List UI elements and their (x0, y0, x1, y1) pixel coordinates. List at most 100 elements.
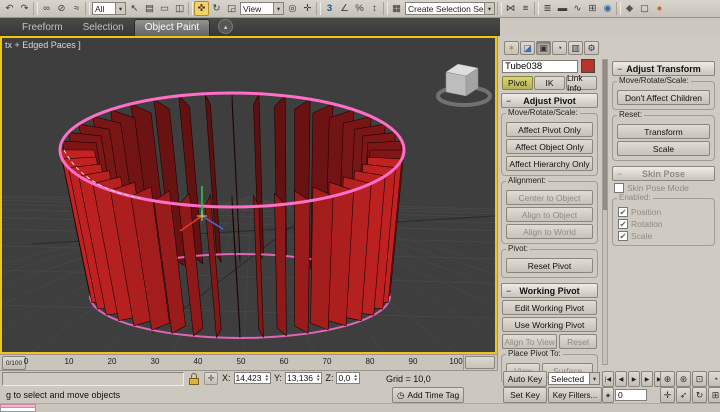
rotation-checkbox[interactable]: Rotation (618, 219, 709, 229)
affect-pivot-only-button[interactable]: Affect Pivot Only (506, 122, 593, 137)
affect-object-only-button[interactable]: Affect Object Only (506, 139, 593, 154)
track-bar[interactable]: 0/100 0102030405060708090100 (0, 354, 497, 371)
hierarchy-tab[interactable]: ▣ (536, 41, 551, 55)
layer-manager-icon[interactable]: ≣ (540, 1, 555, 16)
spinner-snap-icon[interactable]: ↕ (367, 1, 382, 16)
mirror-icon[interactable]: ⋈ (503, 1, 518, 16)
key-selection-dropdown[interactable]: Selected ▾ (548, 372, 600, 385)
select-and-manipulate-icon[interactable]: ✛ (300, 1, 315, 16)
utilities-tab[interactable]: ⚙ (584, 41, 599, 55)
display-tab[interactable]: ▥ (568, 41, 583, 55)
undo-icon[interactable]: ↶ (2, 1, 17, 16)
modify-tab[interactable]: ◪ (520, 41, 535, 55)
object-name-field[interactable] (502, 60, 578, 73)
position-checkbox[interactable]: Position (618, 207, 709, 217)
orbit-button[interactable]: ↻ (692, 387, 707, 403)
perspective-viewport[interactable]: tx + Edged Paces ] (0, 36, 497, 354)
percent-snap-icon[interactable]: % (352, 1, 367, 16)
named-selection-set-dropdown[interactable]: Create Selection Se▾ (405, 2, 495, 15)
skin-pose-rollout-header[interactable]: − Skin Pose (612, 166, 715, 181)
redo-icon[interactable]: ↷ (17, 1, 32, 16)
reset-scale-button[interactable]: Scale (617, 141, 710, 156)
adjust-pivot-rollout-header[interactable]: − Adjust Pivot (501, 93, 598, 108)
adjust-transform-rollout-header[interactable]: − Adjust Transform (612, 61, 715, 76)
add-time-tag-button[interactable]: ◷ Add Time Tag (392, 387, 464, 403)
snaps-toggle-icon[interactable]: 3 (322, 1, 337, 16)
zoom-button[interactable]: ⊕ (660, 371, 675, 387)
link-info-mode-button[interactable]: Link Info (566, 76, 597, 90)
spinner-icon[interactable] (316, 374, 320, 382)
select-by-name-icon[interactable]: ▤ (142, 1, 157, 16)
select-and-scale-icon[interactable]: ◲ (224, 1, 239, 16)
dropdown-arrow-icon[interactable]: ▾ (115, 3, 125, 14)
listener-pane[interactable] (0, 408, 36, 412)
ribbon-minimize-button[interactable]: ▴ (218, 19, 233, 34)
ribbon-tab-object-paint[interactable]: Object Paint (134, 19, 210, 36)
key-mode-toggle-button[interactable]: ◈ (602, 387, 614, 403)
reset-pivot-button[interactable]: Reset Pivot (506, 258, 593, 273)
unlink-selection-icon[interactable]: ⊘ (54, 1, 69, 16)
select-object-icon[interactable]: ↖ (127, 1, 142, 16)
object-color-swatch[interactable] (581, 59, 595, 73)
track-bar-ruler[interactable]: 0/100 0102030405060708090100 (0, 355, 464, 370)
select-and-move-icon[interactable]: ✜ (194, 1, 209, 16)
auto-key-button[interactable]: Auto Key (503, 371, 547, 387)
zoom-all-button[interactable]: ⊛ (676, 371, 691, 387)
next-frame-button[interactable]: ▶ (641, 371, 653, 387)
reset-transform-button[interactable]: Transform (617, 124, 710, 139)
maximize-viewport-button[interactable]: ⊞ (708, 387, 720, 403)
pivot-mode-button[interactable]: Pivot (502, 76, 533, 90)
absolute-mode-toggle[interactable]: ✛ (204, 372, 218, 385)
zoom-extents-button[interactable]: ⊡ (692, 371, 707, 387)
bind-to-space-warp-icon[interactable]: ≈ (69, 1, 84, 16)
use-pivot-point-center-icon[interactable]: ◎ (285, 1, 300, 16)
angle-snap-icon[interactable]: ∠ (337, 1, 352, 16)
schematic-view-icon[interactable]: ⊞ (585, 1, 600, 16)
scrollbar-thumb[interactable] (603, 60, 607, 210)
selection-lock-toggle[interactable] (186, 371, 201, 386)
graphite-ribbon-toggle-icon[interactable]: ▬ (555, 1, 570, 16)
material-editor-icon[interactable]: ◉ (600, 1, 615, 16)
render-production-icon[interactable]: ● (652, 1, 667, 16)
selection-filter-dropdown[interactable]: All▾ (92, 2, 126, 15)
viewport-label[interactable]: tx + Edged Paces ] (5, 40, 81, 50)
rendered-frame-window-icon[interactable]: ▢ (637, 1, 652, 16)
ik-mode-button[interactable]: IK (534, 76, 565, 90)
set-key-button[interactable]: Set Key (503, 387, 547, 403)
go-to-start-button[interactable]: |◀ (602, 371, 614, 387)
curve-editor-icon[interactable]: ∿ (570, 1, 585, 16)
dont-affect-children-button[interactable]: Don't Affect Children (617, 90, 710, 105)
rectangular-selection-region-icon[interactable]: ▭ (157, 1, 172, 16)
scale-checkbox[interactable]: Scale (618, 231, 709, 241)
time-slider-handle[interactable]: 0/100 (2, 356, 26, 370)
field-of-view-button[interactable]: ◔ (708, 371, 720, 387)
use-working-pivot-button[interactable]: Use Working Pivot (502, 317, 597, 332)
align-icon[interactable]: ≡ (518, 1, 533, 16)
y-coordinate-field[interactable]: 13,136 (285, 372, 322, 384)
pan-button[interactable]: ✛ (660, 387, 675, 403)
render-setup-icon[interactable]: ◆ (622, 1, 637, 16)
select-and-link-icon[interactable]: ∞ (39, 1, 54, 16)
walk-through-button[interactable]: ➶ (676, 387, 691, 403)
affect-hierarchy-only-button[interactable]: Affect Hierarchy Only (506, 156, 593, 171)
motion-tab[interactable]: ◔ (552, 41, 567, 55)
select-and-rotate-icon[interactable]: ↻ (209, 1, 224, 16)
ribbon-tab-freeform[interactable]: Freeform (12, 20, 73, 36)
window-crossing-icon[interactable]: ◫ (172, 1, 187, 16)
spinner-icon[interactable] (353, 374, 357, 382)
z-coordinate-field[interactable]: 0,0 (336, 372, 359, 384)
working-pivot-rollout-header[interactable]: − Working Pivot (501, 283, 598, 298)
current-frame-field[interactable]: 0 (615, 389, 647, 401)
named-selection-sets-icon[interactable]: ▦ (389, 1, 404, 16)
previous-frame-button[interactable]: ◀ (615, 371, 627, 387)
x-coordinate-field[interactable]: 14,423 (234, 372, 271, 384)
ribbon-tab-selection[interactable]: Selection (73, 20, 134, 36)
create-tab[interactable]: ✶ (504, 41, 519, 55)
play-button[interactable]: ▶ (628, 371, 640, 387)
spinner-icon[interactable] (265, 374, 269, 382)
dropdown-arrow-icon[interactable]: ▾ (484, 3, 494, 14)
dropdown-arrow-icon[interactable]: ▾ (273, 3, 283, 14)
edit-working-pivot-button[interactable]: Edit Working Pivot (502, 300, 597, 315)
track-bar-end-button[interactable] (465, 356, 495, 369)
reference-coordinate-system-dropdown[interactable]: View▾ (240, 2, 284, 15)
